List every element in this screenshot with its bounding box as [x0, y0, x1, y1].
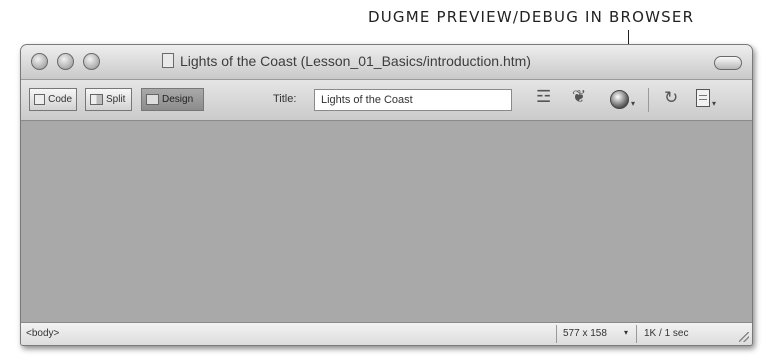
code-view-label: Code	[48, 94, 72, 105]
window-size-popup[interactable]: 577 x 158	[563, 328, 607, 339]
document-proxy-icon[interactable]	[162, 53, 174, 68]
view-options-caret-icon[interactable]: ▾	[712, 99, 716, 108]
window-controls	[31, 53, 100, 70]
resize-grip-icon[interactable]	[739, 332, 749, 342]
view-options-icon[interactable]	[696, 89, 710, 107]
split-view-label: Split	[106, 94, 126, 105]
window-title: Lights of the Coast (Lesson_01_Basics/in…	[180, 53, 531, 69]
code-view-icon	[34, 94, 46, 105]
refresh-icon[interactable]: ↻	[664, 88, 678, 112]
title-bar: Lights of the Coast (Lesson_01_Basics/in…	[21, 45, 752, 80]
file-management-icon[interactable]: ☲	[536, 87, 551, 111]
code-navigation-icon[interactable]: ❦	[572, 87, 586, 111]
tag-selector-body[interactable]: <body>	[26, 328, 59, 339]
title-field-label: Title:	[273, 93, 297, 105]
download-stats: 1K / 1 sec	[644, 328, 689, 339]
status-bar: <body> 577 x 158 ▾ 1K / 1 sec	[21, 322, 752, 345]
design-view-icon	[146, 94, 159, 105]
window-size-caret-icon[interactable]: ▾	[624, 328, 628, 337]
status-divider	[556, 325, 557, 343]
preview-debug-menu-caret-icon[interactable]: ▾	[631, 99, 635, 108]
document-toolbar: Code Split Design Title: ☲ ❦ ▾ ↻ ▾	[21, 80, 752, 121]
callout-label: DUGME PREVIEW/DEBUG IN BROWSER	[368, 8, 695, 26]
minimize-window-button[interactable]	[57, 53, 74, 70]
toolbar-toggle-button[interactable]	[714, 56, 742, 70]
design-view-canvas[interactable]	[21, 121, 752, 323]
code-view-button[interactable]: Code	[29, 88, 77, 111]
document-window: Lights of the Coast (Lesson_01_Basics/in…	[20, 44, 753, 346]
design-view-label: Design	[162, 94, 194, 105]
close-window-button[interactable]	[31, 53, 48, 70]
toolbar-divider	[648, 88, 649, 112]
split-view-button[interactable]: Split	[85, 88, 132, 111]
preview-debug-browser-icon[interactable]	[610, 90, 629, 109]
document-title-input[interactable]	[314, 89, 512, 111]
split-view-icon	[90, 94, 103, 105]
design-view-button[interactable]: Design	[141, 88, 204, 111]
zoom-window-button[interactable]	[83, 53, 100, 70]
status-divider	[636, 325, 637, 343]
